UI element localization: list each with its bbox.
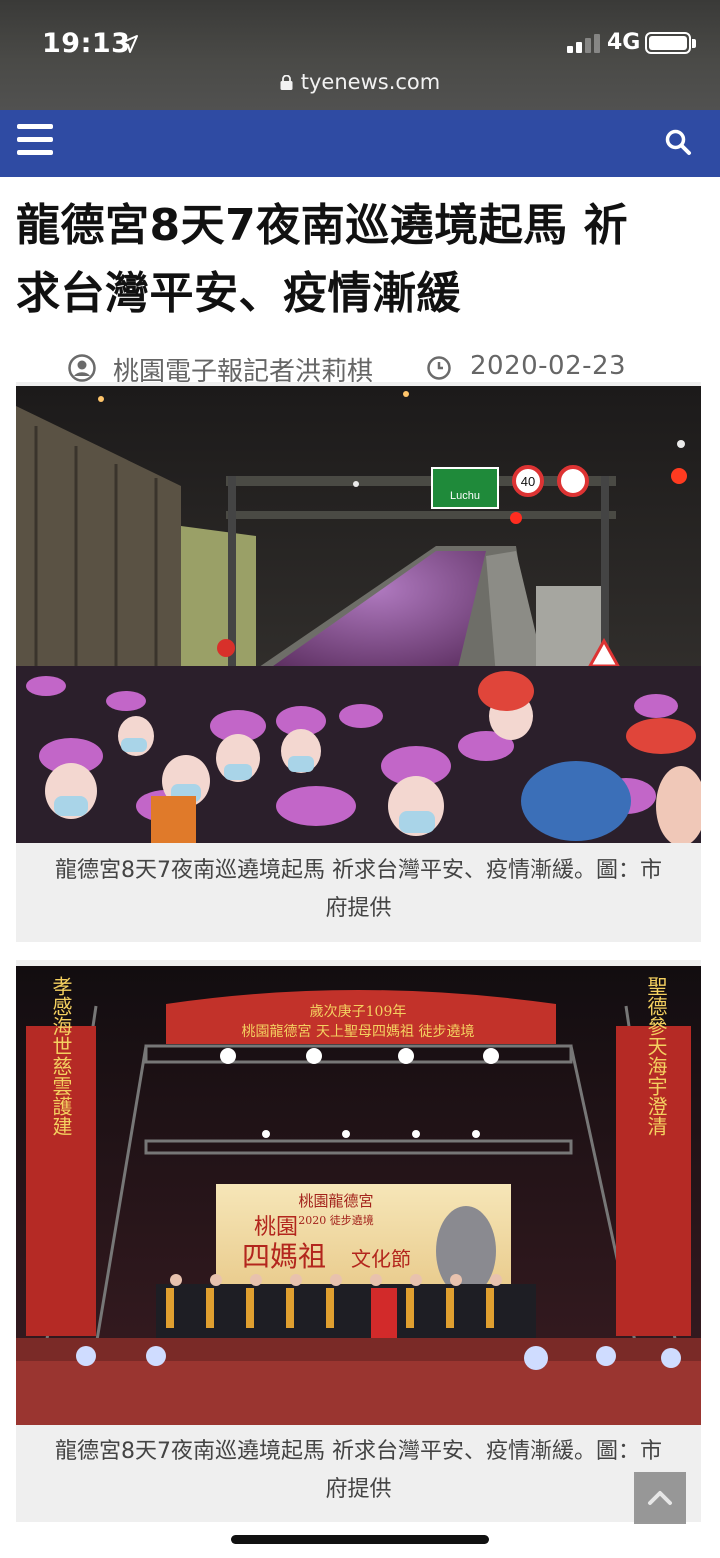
signal-strength-icon	[567, 33, 603, 53]
article-date: 2020-02-23	[470, 351, 627, 381]
network-type: 4G	[607, 30, 641, 55]
status-time: 19:13	[42, 28, 131, 59]
article-figure: 歲次庚子109年 桃園龍德宮 天上聖母四媽祖 徒步遶境 孝感海世慈雲護建 聖德參…	[16, 960, 701, 1522]
address-bar[interactable]: tyenews.com	[0, 70, 720, 94]
figure-caption: 龍德宮8天7夜南巡遶境起馬 祈求台灣平安、疫情漸緩。圖：市 府提供	[16, 852, 701, 928]
headline-line-1: 龍德宮8天7夜南巡遶境起馬 祈	[16, 200, 629, 251]
screen-title-b: 四媽祖	[242, 1240, 326, 1273]
article-figure: Luchu 40 龍德宮8天7夜南巡遶境起馬 祈求台灣平安、疫情漸緩。圖：市 府…	[16, 382, 701, 942]
article-headline: 龍德宮8天7夜南巡遶境起馬 祈 求台灣平安、疫情漸緩	[16, 192, 706, 328]
home-indicator[interactable]	[231, 1535, 489, 1544]
caption-line-2: 府提供	[325, 896, 392, 921]
caption-line-1: 龍德宮8天7夜南巡遶境起馬 祈求台灣平安、疫情漸緩。圖：市	[55, 858, 662, 883]
right-couplet: 聖德參天海宇澄清	[644, 976, 668, 1136]
stage-ceremony-photo[interactable]: 歲次庚子109年 桃園龍德宮 天上聖母四媽祖 徒步遶境 孝感海世慈雲護建 聖德參…	[16, 966, 701, 1425]
screen-title-a: 桃園	[254, 1215, 298, 1240]
screen-title-c: 文化節	[351, 1247, 411, 1271]
hamburger-menu-icon[interactable]	[17, 124, 53, 156]
banner-top-line-2: 桃園龍德宮 天上聖母四媽祖 徒步遶境	[242, 1023, 475, 1040]
user-icon	[68, 354, 96, 382]
site-navbar	[0, 110, 720, 177]
battery-icon	[645, 32, 691, 54]
clock-icon	[427, 356, 451, 380]
left-couplet: 孝感海世慈雲護建	[49, 976, 73, 1136]
banner-top-line-1: 歲次庚子109年	[310, 1004, 407, 1020]
lock-icon	[280, 75, 293, 90]
location-arrow-icon	[120, 35, 138, 53]
chevron-up-icon	[648, 1491, 672, 1505]
back-to-top-button[interactable]	[634, 1472, 686, 1524]
headline-line-2: 求台灣平安、疫情漸緩	[16, 268, 461, 319]
search-icon[interactable]	[664, 128, 692, 156]
figure-caption: 龍德宮8天7夜南巡遶境起馬 祈求台灣平安、疫情漸緩。圖：市 府提供	[16, 1433, 701, 1509]
url-text: tyenews.com	[300, 70, 441, 94]
road-sign-text: Luchu	[450, 490, 480, 502]
procession-night-photo[interactable]: Luchu 40	[16, 386, 701, 843]
screen-line-2: 2020 徒步遶境	[298, 1213, 374, 1227]
browser-status-bar: 19:13 4G tyenews.com	[0, 0, 720, 110]
caption-line-1: 龍德宮8天7夜南巡遶境起馬 祈求台灣平安、疫情漸緩。圖：市	[55, 1439, 662, 1464]
caption-line-2: 府提供	[325, 1477, 392, 1502]
speed-limit-text: 40	[521, 474, 535, 489]
screen-line-1: 桃園龍德宮	[298, 1192, 373, 1210]
